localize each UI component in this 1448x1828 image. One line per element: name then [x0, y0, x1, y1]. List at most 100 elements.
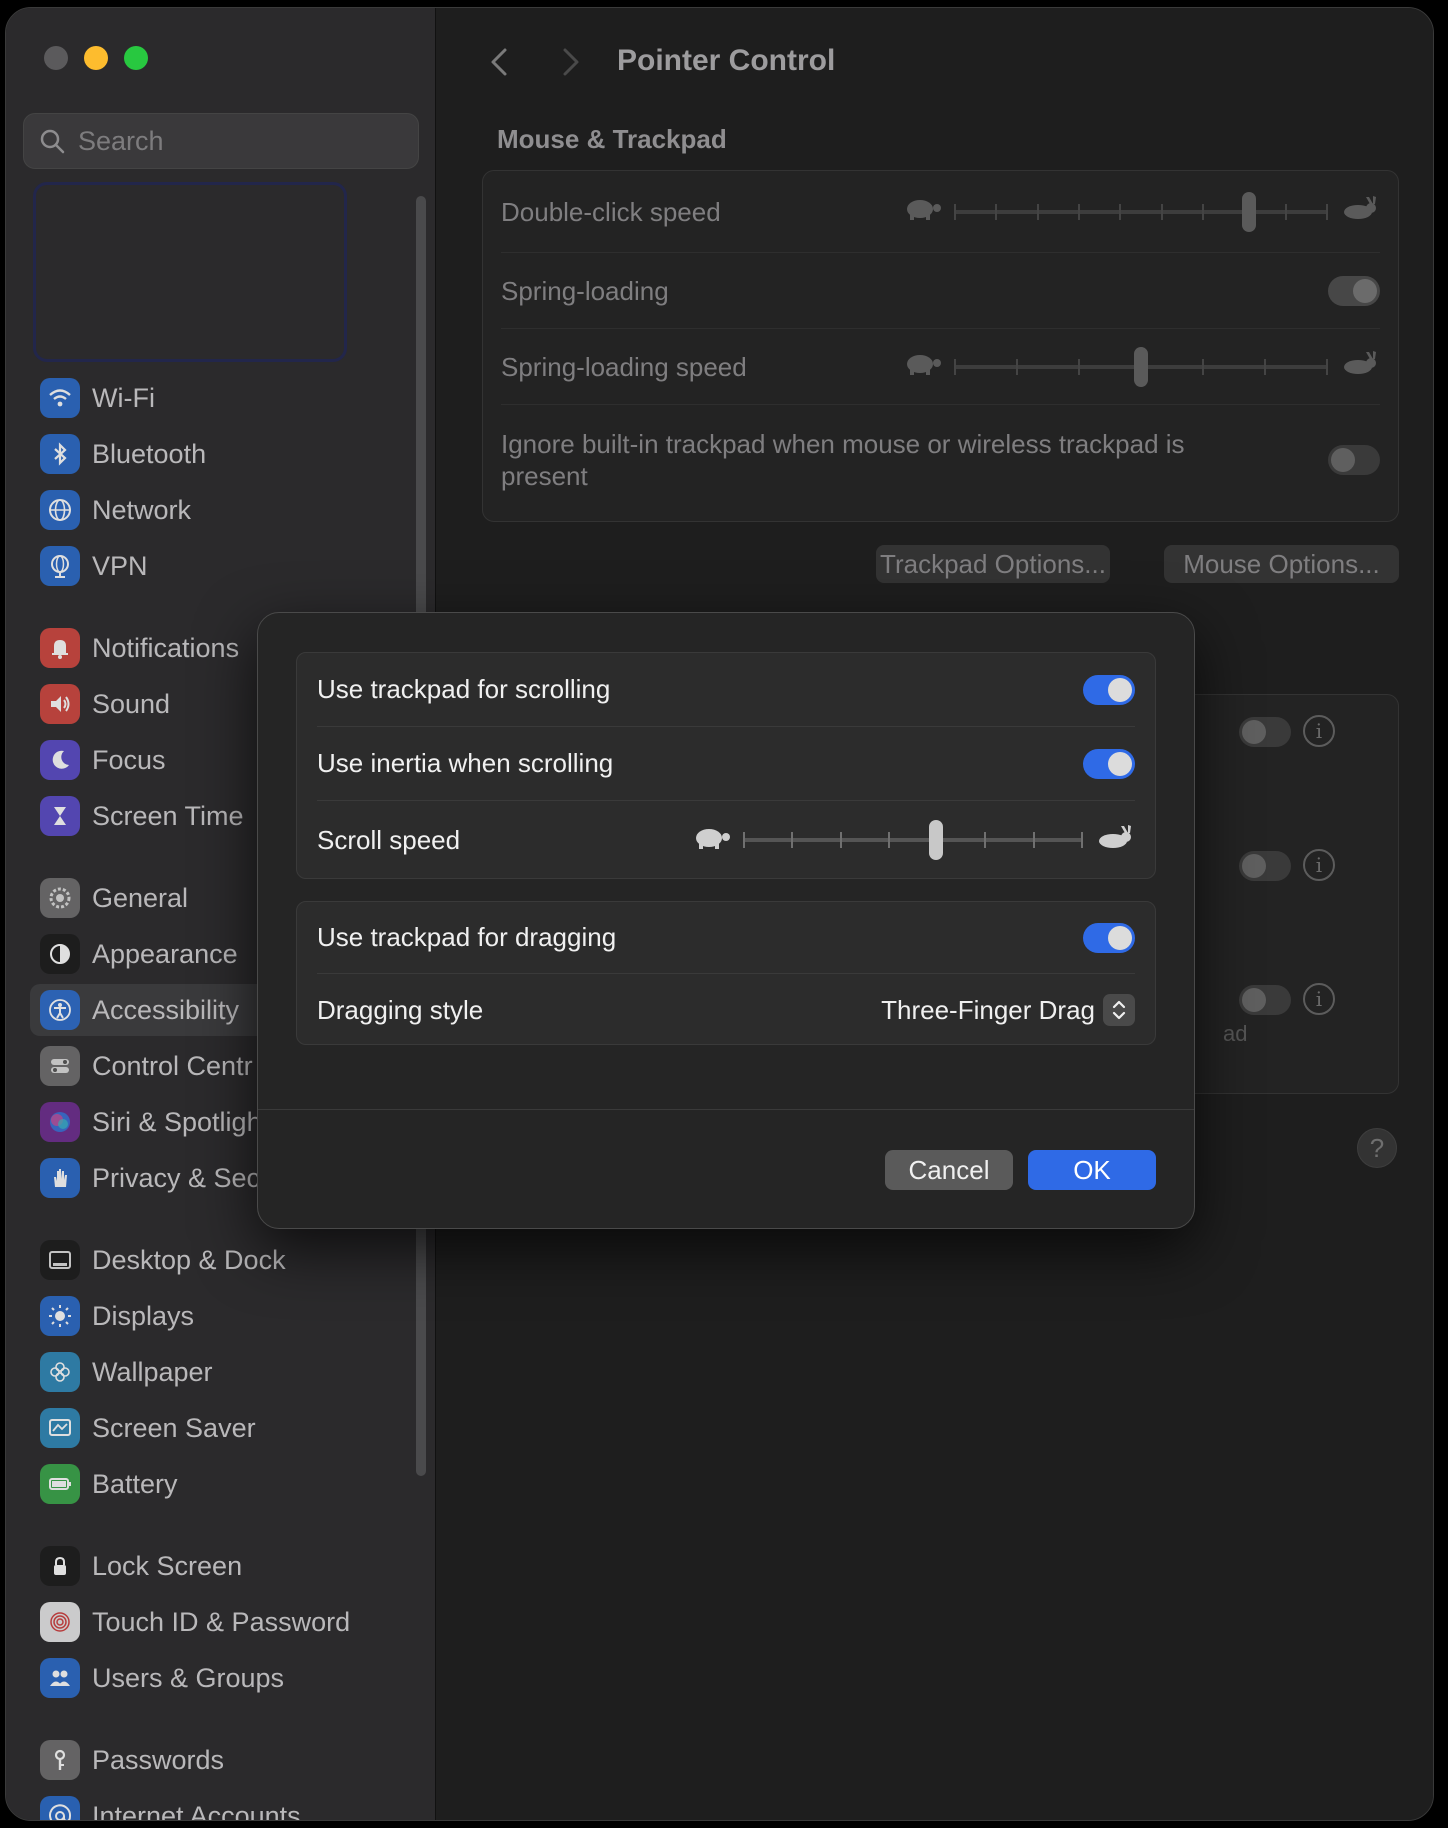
- sidebar-item-label: Control Centr: [92, 1050, 253, 1081]
- spring-loading-toggle[interactable]: [1328, 275, 1380, 306]
- slider-tick: [984, 832, 987, 848]
- sidebar-item-touch-id-password[interactable]: Touch ID & Password: [30, 1596, 430, 1648]
- spring-loading-row: Spring-loading: [501, 253, 1380, 329]
- sidebar-item-battery[interactable]: Battery: [30, 1458, 430, 1510]
- appearance-icon: [40, 934, 80, 974]
- dialog-separator: [258, 1109, 1194, 1110]
- slider-tick: [1326, 358, 1328, 375]
- slider-tick: [1032, 832, 1035, 848]
- slider-tick: [1284, 203, 1287, 220]
- speaker-icon: [40, 684, 80, 724]
- sidebar-item-screen-saver[interactable]: Screen Saver: [30, 1402, 430, 1454]
- option-toggle-1[interactable]: [1239, 717, 1291, 747]
- sidebar-item-passwords[interactable]: Passwords: [30, 1734, 430, 1786]
- sidebar-item-vpn[interactable]: VPN: [30, 540, 430, 592]
- sidebar-item-network[interactable]: Network: [30, 484, 430, 536]
- inertia-label: Use inertia when scrolling: [317, 748, 614, 778]
- slider-track: [954, 209, 1328, 214]
- sidebar-item-label: Accessibility: [92, 994, 240, 1025]
- dragging-toggle[interactable]: [1083, 922, 1135, 953]
- slider-knob[interactable]: [1242, 191, 1256, 232]
- sidebar-item-label: Sound: [92, 688, 171, 719]
- slider-knob[interactable]: [1134, 346, 1148, 387]
- ignore-trackpad-label: Ignore built-in trackpad when mouse or w…: [501, 429, 1185, 491]
- sidebar-item-displays[interactable]: Displays: [30, 1290, 430, 1342]
- slider-tick: [1016, 358, 1018, 375]
- sidebar-item-users-groups[interactable]: Users & Groups: [30, 1652, 430, 1704]
- dragging-group: Use trackpad for dragging Dragging style…: [296, 901, 1156, 1045]
- trackpad-options-button[interactable]: Trackpad Options...: [876, 545, 1110, 583]
- sidebar-item-label: Displays: [92, 1300, 195, 1331]
- inertia-toggle[interactable]: [1083, 748, 1135, 779]
- sidebar-item-label: Screen Time: [92, 800, 244, 831]
- inertia-row: Use inertia when scrolling: [317, 727, 1135, 801]
- scroll-speed-slider-group: [691, 820, 1135, 860]
- sidebar-item-desktop-dock[interactable]: Desktop & Dock: [30, 1234, 430, 1286]
- slider-tick: [887, 832, 890, 848]
- info-icon[interactable]: i: [1303, 849, 1335, 881]
- dragging-style-value: Three-Finger Drag: [881, 994, 1095, 1025]
- slider-knob[interactable]: [928, 820, 943, 860]
- slider-tick: [1119, 203, 1122, 220]
- info-icon[interactable]: i: [1303, 715, 1335, 747]
- sidebar-item-label: Screen Saver: [92, 1412, 256, 1443]
- sidebar-item-label: Touch ID & Password: [92, 1606, 351, 1637]
- toggles-icon: [40, 1046, 80, 1086]
- sidebar-item-internet-accounts[interactable]: Internet Accounts: [30, 1790, 430, 1821]
- mouse-options-button[interactable]: Mouse Options...: [1164, 545, 1399, 583]
- scrolling-label: Use trackpad for scrolling: [317, 674, 611, 704]
- slider-tick: [1160, 203, 1163, 220]
- toggle-knob: [1108, 751, 1132, 776]
- info-icon[interactable]: i: [1303, 983, 1335, 1015]
- slider-tick: [954, 358, 956, 375]
- sidebar-item-label: Battery: [92, 1468, 178, 1499]
- slider-tick: [1264, 358, 1266, 375]
- sidebar-item-label: Appearance: [92, 938, 238, 969]
- sidebar-item-label: Users & Groups: [92, 1662, 285, 1693]
- forward-chevron-icon[interactable]: [555, 44, 585, 80]
- settings-window: Search Wi-Fi Bluetooth Network VPN Notificat…: [5, 7, 1434, 1821]
- toggle-knob: [1242, 988, 1266, 1012]
- hand-icon: [40, 1158, 80, 1198]
- spring-speed-slider[interactable]: [954, 346, 1328, 387]
- toggle-knob: [1242, 720, 1266, 744]
- sidebar-item-label: Wallpaper: [92, 1356, 213, 1387]
- search-field[interactable]: Search: [23, 113, 419, 169]
- sidebar-item-wi-fi[interactable]: Wi-Fi: [30, 372, 430, 424]
- siri-icon: [40, 1102, 80, 1142]
- account-card-placeholder[interactable]: [33, 182, 347, 362]
- sidebar-item-bluetooth[interactable]: Bluetooth: [30, 428, 430, 480]
- scrolling-row: Use trackpad for scrolling: [317, 653, 1135, 727]
- accessibility-icon: [40, 990, 80, 1030]
- minimize-window-button[interactable]: [84, 46, 108, 70]
- dragging-style-popup[interactable]: Three-Finger Drag: [881, 994, 1135, 1026]
- ignore-trackpad-row: Ignore built-in trackpad when mouse or w…: [501, 405, 1380, 515]
- fingerprint-icon: [40, 1602, 80, 1642]
- option-toggle-3[interactable]: [1239, 985, 1291, 1015]
- back-chevron-icon[interactable]: [485, 44, 515, 80]
- scrolling-toggle[interactable]: [1083, 674, 1135, 705]
- scroll-speed-slider[interactable]: [743, 820, 1083, 860]
- gear-icon: [40, 878, 80, 918]
- option-toggle-2[interactable]: [1239, 851, 1291, 881]
- sidebar-item-label: General: [92, 882, 189, 913]
- sidebar-item-label: Desktop & Dock: [92, 1244, 286, 1275]
- cancel-button[interactable]: Cancel: [885, 1150, 1013, 1190]
- moon-icon: [40, 740, 80, 780]
- rabbit-icon: [1338, 351, 1380, 382]
- zoom-window-button[interactable]: [124, 46, 148, 70]
- turtle-icon: [902, 351, 944, 382]
- sun-icon: [40, 1296, 80, 1336]
- sidebar-item-label: Internet Accounts: [92, 1800, 301, 1821]
- sidebar-item-label: VPN: [92, 550, 148, 581]
- ok-button[interactable]: OK: [1028, 1150, 1156, 1190]
- close-window-button[interactable]: [44, 46, 68, 70]
- globe-icon: [40, 490, 80, 530]
- sidebar-item-lock-screen[interactable]: Lock Screen: [30, 1540, 430, 1592]
- slider-tick: [1078, 203, 1080, 220]
- ignore-trackpad-toggle[interactable]: [1328, 445, 1380, 475]
- sidebar-item-wallpaper[interactable]: Wallpaper: [30, 1346, 430, 1398]
- toggle-knob: [1331, 448, 1355, 472]
- double-click-slider[interactable]: [954, 191, 1328, 232]
- help-button[interactable]: ?: [1357, 1128, 1397, 1168]
